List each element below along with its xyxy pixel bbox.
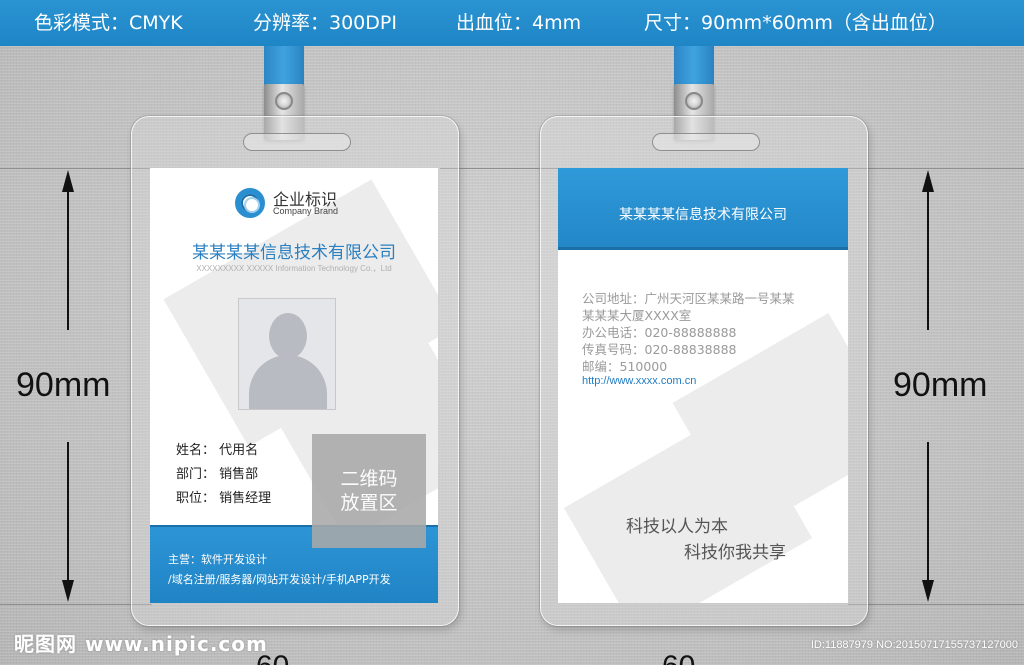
front-company-name: 某某某某信息技术有限公司 (192, 243, 396, 263)
holder-slot (243, 133, 351, 151)
dimension-line-left-top (67, 190, 69, 330)
qr-label-line-2: 放置区 (340, 492, 398, 514)
website-link: http://www.xxxx.com.cn (582, 375, 697, 387)
logo-subtitle: Company Brand (273, 206, 339, 216)
clip-hole-icon (685, 92, 703, 110)
postcode: 邮编：510000 (582, 359, 668, 374)
holder-slot (652, 133, 760, 151)
slogan-line-2: 科技你我共享 (684, 543, 786, 563)
width-dimension-label-right: 60 (662, 650, 695, 665)
guide-line-top-left (0, 168, 152, 169)
company-logo-icon (235, 188, 265, 218)
arrow-down-icon (62, 580, 74, 602)
qr-label-line-1: 二维码 (340, 468, 398, 490)
name-row: 姓名： 代用名 (176, 443, 259, 458)
height-dimension-label-left: 90mm (16, 366, 111, 404)
back-header-band: 某某某某信息技术有限公司 (558, 168, 848, 250)
dimension-line-left-bottom (67, 442, 69, 582)
arrow-down-icon (922, 580, 934, 602)
position-row: 职位： 销售经理 (176, 491, 272, 506)
clip-hole-icon (275, 92, 293, 110)
front-company-name-en: XXXXXXXXX XXXXX Information Technology C… (196, 264, 392, 273)
site-watermark: 昵图网 www.nipic.com (14, 632, 268, 656)
id-watermark: ID:11887979 NO:20150717155737127000 (810, 639, 1018, 651)
size-text: 尺寸：90mm*60mm（含出血位） (644, 12, 947, 34)
arrow-up-icon (922, 170, 934, 192)
dimension-line-right-top (927, 190, 929, 330)
photo-placeholder (238, 298, 336, 410)
height-dimension-label-right: 90mm (893, 366, 988, 404)
slogan-line-1: 科技以人为本 (626, 517, 728, 537)
guide-line-bottom-right (848, 604, 1024, 605)
arrow-up-icon (62, 170, 74, 192)
back-company-name: 某某某某信息技术有限公司 (619, 207, 787, 223)
avatar-head-icon (269, 313, 307, 359)
color-mode-text: 色彩模式：CMYK (34, 12, 183, 34)
guide-line-top-right (848, 168, 1024, 169)
dimension-line-right-bottom (927, 442, 929, 582)
business-line-2: /域名注册/服务器/网站开发设计/手机APP开发 (168, 573, 391, 586)
qr-code-placeholder: 二维码 放置区 (312, 434, 426, 548)
spec-bar: 色彩模式：CMYK 分辨率：300DPI 出血位：4mm 尺寸：90mm*60m… (0, 0, 1024, 46)
resolution-text: 分辨率：300DPI (253, 12, 397, 34)
front-card: 企业标识 Company Brand 某某某某信息技术有限公司 XXXXXXXX… (150, 168, 438, 603)
bleed-text: 出血位：4mm (456, 12, 582, 34)
guide-line-bottom-left (0, 604, 152, 605)
business-line-1: 主营：软件开发设计 (168, 553, 267, 566)
avatar-body-icon (249, 355, 327, 409)
back-card: 某某某某信息技术有限公司 公司地址：广州天河区某某路一号某某 某某某大厦XXXX… (558, 168, 848, 603)
department-row: 部门： 销售部 (176, 467, 259, 482)
